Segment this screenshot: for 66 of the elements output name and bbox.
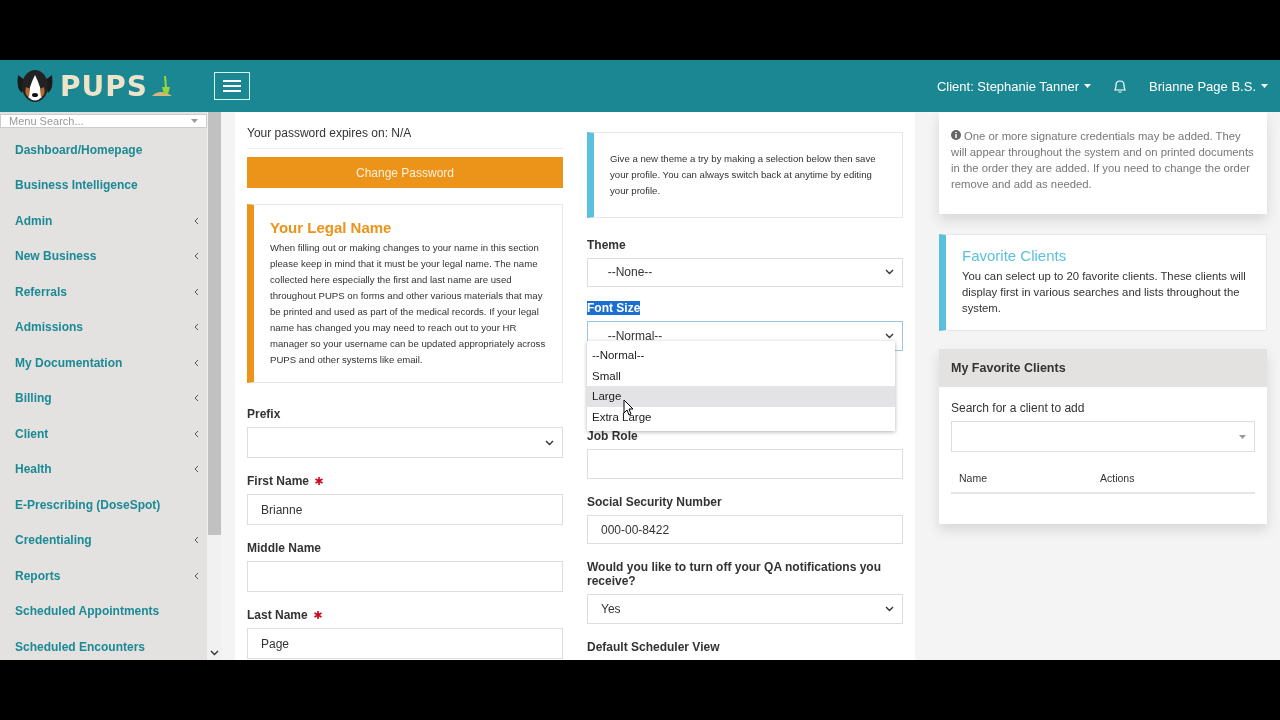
sidebar-item[interactable]: Billing [0, 380, 207, 416]
field-label: Last Name [247, 608, 308, 622]
sidebar-item[interactable]: Referrals [0, 274, 207, 310]
callout-text: You can select up to 20 favorite clients. These clients will display first in various searches and lists throughout the system. [962, 269, 1247, 316]
input-field[interactable] [247, 561, 563, 592]
sidebar-item[interactable]: E-Prescribing (DoseSpot) [0, 487, 207, 523]
sidebar-item[interactable]: Admissions [0, 309, 207, 345]
caret-icon [885, 606, 894, 613]
callout-title: Favorite Clients [962, 247, 1068, 264]
sidebar-item[interactable]: Dashboard/Homepage [0, 132, 207, 168]
sidebar-item[interactable]: Scheduled Encounters [0, 629, 207, 660]
sidebar-item[interactable]: Scheduled Appointments [0, 593, 207, 629]
dropdown-option[interactable]: --Normal-- [587, 345, 895, 366]
menu-button[interactable] [214, 72, 250, 100]
field-label: Theme [587, 237, 626, 252]
theme-select[interactable]: --None-- [587, 257, 903, 288]
credentials-note: One or more signature credentials may be added. They will appear throughout the system and on printed documents in the order they are added. If you need to change the order remove and add as needed. [950, 129, 1255, 192]
scroll-down-icon [210, 650, 219, 656]
input-field[interactable]: Brianne [247, 494, 563, 525]
callout-title: Your Legal Name [270, 219, 393, 236]
client-menu[interactable]: Client: Stephanie Tanner [936, 78, 1092, 94]
field-label: Prefix [247, 407, 281, 421]
sidebar-item[interactable]: Admin [0, 203, 207, 239]
sidebar-item[interactable]: Business Intelligence [0, 167, 207, 203]
sidebar-item[interactable]: Reports [0, 558, 207, 594]
input-field[interactable]: 000-00-8422 [587, 514, 903, 545]
dropdown-option[interactable]: Small [587, 365, 895, 386]
logo-text: PUPS [60, 69, 148, 103]
caret-icon [1261, 84, 1268, 88]
select-field[interactable]: Yes [587, 594, 903, 624]
caret-icon [885, 333, 894, 339]
field-label: Job Role [587, 429, 638, 444]
sidebar-item[interactable]: My Documentation [0, 345, 207, 381]
sidebar-item[interactable]: Client [0, 416, 207, 452]
input-field[interactable]: Page [247, 628, 563, 659]
field-label: Middle Name [247, 541, 321, 555]
field-label: Would you like to turn off your QA notifications you receive? [587, 560, 882, 589]
sidebar-item[interactable]: Health [0, 451, 207, 487]
info-icon [951, 130, 961, 140]
bell-icon[interactable] [1113, 78, 1128, 94]
change-password-button[interactable]: Change Password [247, 157, 563, 188]
select-field[interactable] [247, 427, 563, 458]
column-header: Actions [1100, 472, 1136, 484]
menu-search-field[interactable]: Menu Search... [0, 114, 207, 128]
caret-icon [191, 119, 198, 123]
callout-text: Give a new theme a try by making a selection below then save your profile. You can always switch back at anytime by editing your profile. [610, 151, 877, 198]
shovel-icon [151, 74, 172, 98]
user-menu[interactable]: Brianne Page B.S. [1149, 78, 1268, 94]
caret-icon [885, 269, 894, 276]
callout-text: When filling out or making changes to your name in this section please keep in mind that it must be your legal name. The name collected here especially the first and last name are used throughout PUPS on forms and other various materials that may be printed and used as part of the medical records. If your legal name has changed you may need to reach out to your HR manager so your username can be updated appropriately across PUPS and other systems like email. [270, 241, 547, 367]
caret-icon [545, 439, 554, 446]
input-field[interactable] [587, 449, 903, 479]
field-label: Default Scheduler View [587, 640, 720, 654]
field-label: Search for a client to add [951, 401, 1085, 415]
client-search-field[interactable] [951, 421, 1255, 452]
sidebar-item[interactable]: New Business [0, 238, 207, 274]
panel-title: My Favorite Clients [939, 349, 1267, 387]
caret-icon [1239, 434, 1246, 439]
field-label: Font Size [587, 301, 641, 316]
dropdown-option[interactable]: Large [587, 386, 895, 407]
column-header: Name [959, 472, 988, 484]
sidebar-item[interactable]: Credentialing [0, 522, 207, 558]
field-label: First Name [247, 474, 310, 488]
caret-icon [1084, 84, 1092, 88]
field-label: Social Security Number [587, 494, 722, 509]
password-expiry-text: Your password expires on: N/A [247, 126, 563, 149]
